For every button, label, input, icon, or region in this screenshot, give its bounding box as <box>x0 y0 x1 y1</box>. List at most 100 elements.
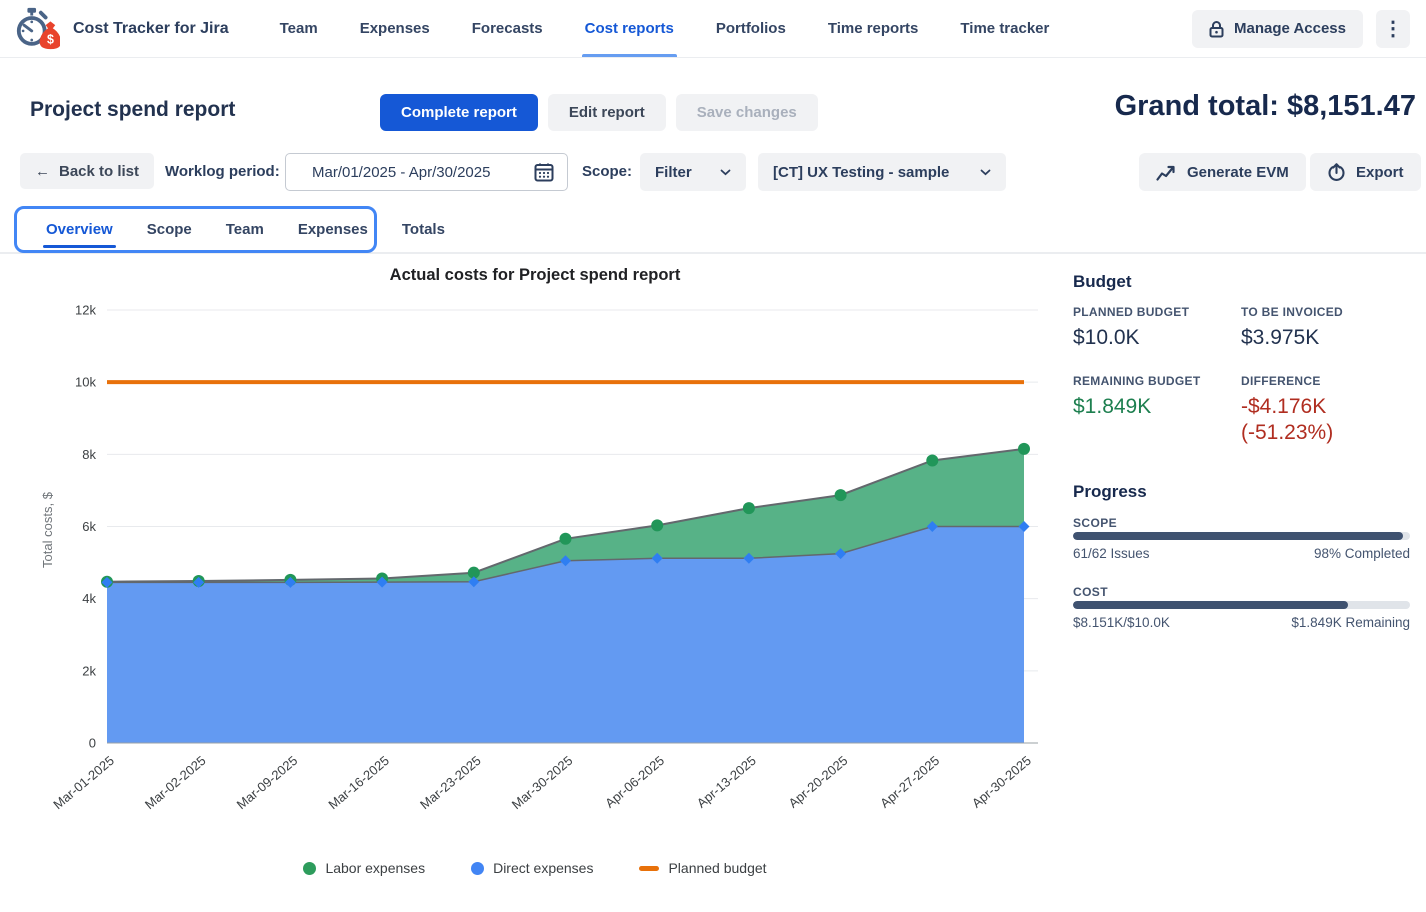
nav-item-time-tracker[interactable]: Time tracker <box>939 0 1070 57</box>
svg-text:8k: 8k <box>82 447 96 462</box>
svg-text:Total costs, $: Total costs, $ <box>40 491 55 568</box>
tab-expenses[interactable]: Expenses <box>281 209 385 250</box>
difference-value: -$4.176K <box>1241 395 1410 419</box>
nav-item-portfolios[interactable]: Portfolios <box>695 0 807 57</box>
chart-legend: Labor expenses Direct expenses Planned b… <box>30 860 1040 876</box>
nav-item-expenses[interactable]: Expenses <box>339 0 451 57</box>
export-button[interactable]: Export <box>1310 153 1421 191</box>
chevron-down-icon <box>980 169 991 176</box>
scope-progress-fill <box>1073 532 1403 540</box>
planned-budget-swatch <box>639 866 659 871</box>
difference-percent: (-51.23%) <box>1241 421 1410 445</box>
edit-report-button[interactable]: Edit report <box>548 94 666 131</box>
calendar-icon <box>534 162 554 182</box>
legend-label: Direct expenses <box>493 860 593 876</box>
svg-text:0: 0 <box>89 736 96 751</box>
save-changes-button[interactable]: Save changes <box>676 94 818 131</box>
tab-team[interactable]: Team <box>209 209 281 250</box>
remaining-budget-value: $1.849K <box>1073 395 1241 419</box>
svg-text:Apr-27-2025: Apr-27-2025 <box>877 753 942 811</box>
to-be-invoiced-label: TO BE INVOICED <box>1241 305 1410 319</box>
cost-spent-vs-budget: $8.151K/$10.0K <box>1073 615 1170 630</box>
generate-evm-button[interactable]: Generate EVM <box>1139 153 1306 191</box>
report-toolbar: ← Back to list Worklog period: Mar/01/20… <box>20 153 1417 191</box>
legend-label: Planned budget <box>668 860 766 876</box>
export-label: Export <box>1356 164 1404 181</box>
svg-text:Apr-20-2025: Apr-20-2025 <box>786 753 851 811</box>
app-title: Cost Tracker for Jira <box>73 20 229 38</box>
to-be-invoiced-cell: TO BE INVOICED $3.975K <box>1241 305 1410 350</box>
svg-text:Mar-02-2025: Mar-02-2025 <box>142 753 209 812</box>
worklog-period-value: Mar/01/2025 - Apr/30/2025 <box>312 164 490 181</box>
scope-label: Scope: <box>582 153 632 191</box>
svg-text:10k: 10k <box>75 375 96 390</box>
legend-label: Labor expenses <box>325 860 425 876</box>
back-arrow-icon: ← <box>35 163 50 180</box>
generate-evm-label: Generate EVM <box>1187 164 1289 181</box>
evm-chart-icon <box>1156 164 1177 181</box>
chevron-down-icon <box>720 169 731 176</box>
scope-issues-count: 61/62 Issues <box>1073 546 1150 561</box>
scope-progress-bar <box>1073 532 1410 540</box>
scope-filter-dropdown[interactable]: Filter <box>640 153 746 191</box>
page-title: Project spend report <box>30 98 235 122</box>
scope-progress-label: SCOPE <box>1073 516 1117 530</box>
svg-text:4k: 4k <box>82 591 96 606</box>
actual-costs-chart: Actual costs for Project spend report 02… <box>30 262 1040 902</box>
legend-item-planned-budget[interactable]: Planned budget <box>639 860 766 876</box>
svg-text:Mar-16-2025: Mar-16-2025 <box>325 753 392 812</box>
difference-cell: DIFFERENCE -$4.176K (-51.23%) <box>1241 374 1410 445</box>
back-to-list-button[interactable]: ← Back to list <box>20 153 154 189</box>
tab-scope[interactable]: Scope <box>130 209 209 250</box>
export-icon <box>1327 163 1346 182</box>
remaining-budget-cell: REMAINING BUDGET $1.849K <box>1073 374 1241 419</box>
svg-text:Mar-01-2025: Mar-01-2025 <box>50 753 117 812</box>
more-options-button[interactable]: ⋮ <box>1376 10 1410 48</box>
svg-text:Apr-06-2025: Apr-06-2025 <box>602 753 667 811</box>
complete-report-button[interactable]: Complete report <box>380 94 538 131</box>
nav-item-cost-reports[interactable]: Cost reports <box>564 0 695 57</box>
direct-expenses-swatch <box>471 862 484 875</box>
planned-budget-label: PLANNED BUDGET <box>1073 305 1241 319</box>
cost-progress-label: COST <box>1073 585 1108 599</box>
svg-text:Apr-13-2025: Apr-13-2025 <box>694 753 759 811</box>
budget-heading: Budget <box>1073 272 1132 292</box>
app-header: $ Cost Tracker for Jira Team Expenses Fo… <box>0 0 1426 58</box>
kebab-icon: ⋮ <box>1383 19 1403 39</box>
scope-filter-value: Filter <box>655 164 692 181</box>
cost-remaining: $1.849K Remaining <box>1291 615 1410 630</box>
nav-item-time-reports[interactable]: Time reports <box>807 0 940 57</box>
to-be-invoiced-value: $3.975K <box>1241 326 1410 350</box>
grand-total: Grand total: $8,151.47 <box>1115 90 1416 123</box>
labor-expenses-swatch <box>303 862 316 875</box>
project-dropdown[interactable]: [CT] UX Testing - sample <box>758 153 1006 191</box>
worklog-period-label: Worklog period: <box>165 153 280 191</box>
scope-completed-percent: 98% Completed <box>1314 546 1410 561</box>
progress-heading: Progress <box>1073 482 1147 502</box>
worklog-period-input[interactable]: Mar/01/2025 - Apr/30/2025 <box>285 153 568 191</box>
svg-text:2k: 2k <box>82 663 96 678</box>
manage-access-button[interactable]: Manage Access <box>1192 10 1363 48</box>
nav-item-forecasts[interactable]: Forecasts <box>451 0 564 57</box>
nav-item-team[interactable]: Team <box>259 0 339 57</box>
app-logo-icon: $ <box>14 6 60 52</box>
report-actions: Complete report Edit report Save changes <box>380 94 818 131</box>
title-row: Project spend report Complete report Edi… <box>30 90 1416 136</box>
cost-progress-fill <box>1073 601 1348 609</box>
header-actions: Manage Access ⋮ <box>1192 10 1410 48</box>
planned-budget-cell: PLANNED BUDGET $10.0K <box>1073 305 1241 350</box>
svg-text:12k: 12k <box>75 303 96 318</box>
scope-progress-stats: 61/62 Issues 98% Completed <box>1073 546 1410 561</box>
cost-progress-bar <box>1073 601 1410 609</box>
main-nav: Team Expenses Forecasts Cost reports Por… <box>259 0 1071 57</box>
difference-label: DIFFERENCE <box>1241 374 1410 388</box>
tab-overview[interactable]: Overview <box>29 209 130 250</box>
legend-item-labor-expenses[interactable]: Labor expenses <box>303 860 425 876</box>
tab-totals[interactable]: Totals <box>385 209 462 250</box>
legend-item-direct-expenses[interactable]: Direct expenses <box>471 860 593 876</box>
back-to-list-label: Back to list <box>59 163 139 180</box>
summary-panel: Budget PLANNED BUDGET $10.0K TO BE INVOI… <box>1073 272 1410 892</box>
tabs-highlight-box: Overview Scope Team Expenses Totals <box>14 206 377 253</box>
svg-text:Mar-09-2025: Mar-09-2025 <box>234 753 301 812</box>
manage-access-label: Manage Access <box>1234 20 1346 37</box>
